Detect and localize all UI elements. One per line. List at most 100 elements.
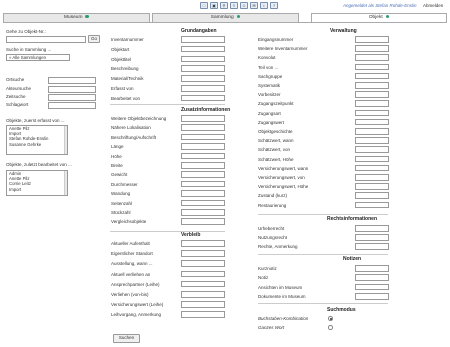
field-input[interactable]	[181, 162, 225, 169]
field-input[interactable]	[355, 174, 389, 181]
field-input[interactable]	[181, 65, 225, 72]
field-label: Restaurierung	[258, 202, 287, 208]
field-input[interactable]	[181, 301, 225, 308]
field-input[interactable]	[355, 91, 389, 98]
field-input[interactable]	[355, 36, 389, 43]
tab-museum[interactable]: Museum	[3, 13, 150, 22]
field-input[interactable]	[355, 109, 389, 117]
scrollbar[interactable]	[64, 126, 67, 154]
field-input[interactable]	[181, 250, 225, 257]
field-label: Weitere Objektbezeichnung	[111, 116, 167, 121]
field-label: Systematik	[258, 83, 281, 88]
field-input[interactable]	[355, 183, 389, 190]
field-input[interactable]	[355, 234, 389, 241]
field-input[interactable]	[181, 85, 225, 92]
field-label: Aktuell verliehen an	[111, 271, 151, 277]
field-input[interactable]	[181, 124, 225, 131]
field-input[interactable]	[355, 265, 389, 272]
place-search-input[interactable]	[48, 77, 96, 84]
field-label: Beschriftung/Aufschrift	[111, 134, 157, 140]
logout-link[interactable]: Abmelden	[423, 3, 443, 8]
field-input[interactable]	[355, 243, 389, 250]
field-input[interactable]	[355, 293, 389, 300]
field-label: Sachgruppe	[258, 73, 283, 79]
go-button[interactable]: Go	[88, 35, 100, 43]
actor-search-input[interactable]	[48, 86, 96, 93]
field-input[interactable]	[355, 118, 389, 126]
search-icon[interactable]: ⚲	[220, 2, 228, 9]
user-icon[interactable]: ☺	[240, 2, 248, 9]
edited-by-list[interactable]: Admin Anette Pilz Corrie Leitz Import	[6, 170, 68, 196]
field-input[interactable]	[355, 137, 389, 144]
help-icon[interactable]: ?	[270, 2, 278, 9]
field-input[interactable]	[181, 171, 225, 178]
time-search-label: Zeitsuche	[6, 94, 26, 99]
field-label: Ausstellung, wann ...	[111, 261, 153, 267]
field-input[interactable]	[355, 128, 389, 135]
field-input[interactable]	[181, 270, 225, 278]
field-label: Eigentlicher Standort	[111, 251, 153, 257]
field-input[interactable]	[181, 218, 225, 225]
field-input[interactable]	[181, 36, 225, 43]
field-input[interactable]	[181, 152, 225, 160]
field-label: Inventarnummer	[111, 37, 144, 42]
field-label: Dokumente im Museum	[258, 294, 306, 300]
search-button[interactable]: Suchen	[113, 334, 140, 343]
field-input[interactable]	[181, 115, 225, 122]
field-input[interactable]	[181, 240, 225, 247]
field-input[interactable]	[181, 133, 225, 141]
scrollbar[interactable]	[64, 171, 67, 195]
field-input[interactable]	[181, 143, 225, 150]
document-icon[interactable]: □	[200, 2, 208, 9]
list-item[interactable]: Susanne Gehrke	[7, 142, 67, 147]
field-input[interactable]	[181, 75, 225, 82]
tab-label: Sammlung	[210, 15, 234, 20]
tab-label: Objekt	[368, 15, 383, 20]
field-input[interactable]	[355, 225, 389, 232]
field-input[interactable]	[355, 155, 389, 163]
collection-select[interactable]: » Alle Sammlungen	[6, 54, 70, 61]
field-input[interactable]	[181, 180, 225, 188]
field-input[interactable]	[181, 311, 225, 318]
field-input[interactable]	[181, 199, 225, 207]
search-mode-combination-radio[interactable]	[328, 316, 333, 321]
info-icon[interactable]: i	[260, 2, 268, 9]
field-input[interactable]	[355, 63, 389, 71]
field-input[interactable]	[181, 45, 225, 53]
field-input[interactable]	[181, 209, 225, 216]
field-input[interactable]	[355, 54, 389, 61]
field-input[interactable]	[181, 94, 225, 102]
list-item[interactable]: Import	[7, 187, 67, 192]
divider	[258, 214, 388, 215]
field-input[interactable]	[355, 72, 389, 80]
field-input[interactable]	[181, 280, 225, 288]
field-input[interactable]	[181, 190, 225, 197]
field-input[interactable]	[355, 164, 389, 172]
field-input[interactable]	[355, 100, 389, 107]
object-number-input[interactable]	[6, 36, 86, 43]
field-input[interactable]	[355, 201, 389, 209]
search-mode-whole-word-radio[interactable]	[328, 325, 333, 330]
keyword-input[interactable]	[48, 102, 96, 109]
time-search-input[interactable]	[48, 94, 96, 101]
field-input[interactable]	[355, 192, 389, 199]
field-input[interactable]	[355, 283, 389, 291]
field-label: Weitere Inventarnummer	[258, 46, 308, 52]
section-title-verbleib: Verbleib	[181, 232, 201, 238]
field-input[interactable]	[181, 55, 225, 63]
mail-icon[interactable]: ✉	[250, 2, 258, 9]
field-input[interactable]	[181, 291, 225, 298]
field-input[interactable]	[355, 146, 389, 153]
image-icon[interactable]: ▣	[210, 2, 218, 9]
field-input[interactable]	[181, 260, 225, 267]
field-input[interactable]	[355, 274, 389, 281]
divider	[258, 254, 388, 255]
field-input[interactable]	[355, 45, 389, 52]
field-label: Länge	[111, 144, 124, 150]
list-icon[interactable]: ≡	[230, 2, 238, 9]
section-title-notizen: Notizen	[343, 256, 362, 262]
tab-sammlung[interactable]: Sammlung	[152, 13, 299, 22]
created-by-list[interactable]: Anette Pilz Import Stefan Rohde-Enslin S…	[6, 125, 68, 155]
field-input[interactable]	[355, 82, 389, 89]
section-title-suchmodus: Suchmodus	[327, 307, 356, 313]
